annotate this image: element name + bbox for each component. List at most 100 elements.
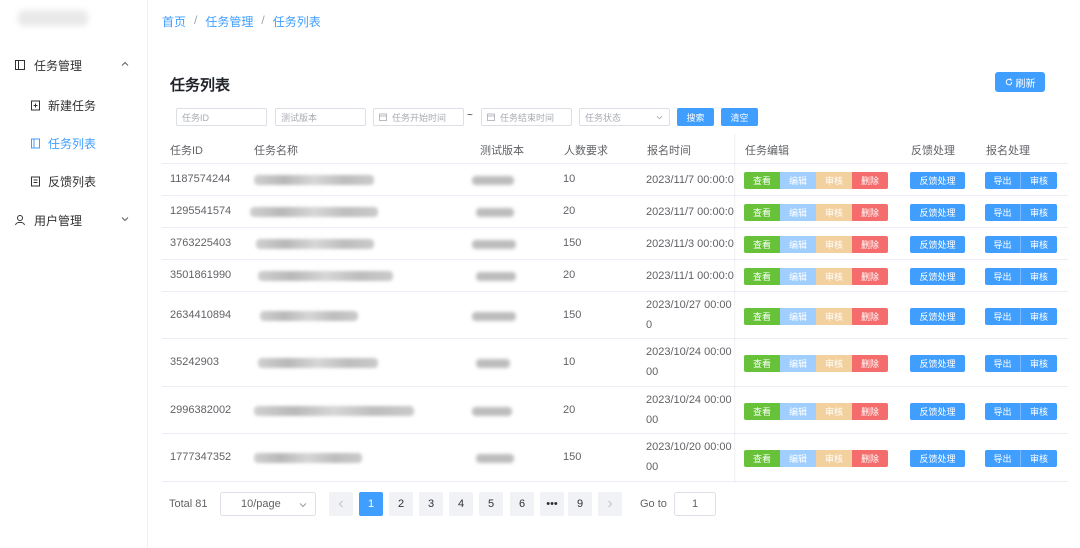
page-number-button[interactable]: 1	[359, 492, 383, 516]
sidebar-item-feedback-list[interactable]: 反馈列表	[0, 170, 148, 192]
table-row: 2996382002 20 2023/10/24 00:00 00 查看 编辑 审核 删除 反馈…	[162, 387, 1068, 434]
sidebar-item-task-list[interactable]: 任务列表	[0, 132, 148, 154]
version-redacted	[472, 240, 516, 249]
page-number-button[interactable]: 6	[510, 492, 534, 516]
feedback-process-button[interactable]: 反馈处理	[910, 204, 965, 221]
view-button[interactable]: 查看	[744, 204, 780, 221]
prev-page-button[interactable]	[329, 492, 353, 516]
approve-button[interactable]: 审核	[1021, 204, 1057, 221]
range-separator: ~	[467, 110, 473, 121]
audit-button[interactable]: 审核	[816, 172, 852, 189]
clear-button[interactable]: 清空	[721, 108, 758, 126]
view-button[interactable]: 查看	[744, 450, 780, 467]
export-button[interactable]: 导出	[985, 450, 1021, 467]
feedback-process-button[interactable]: 反馈处理	[910, 268, 965, 285]
version-input[interactable]: 测试版本	[275, 108, 366, 126]
signup-time-line-1: 2023/11/1 00:00:0	[646, 270, 734, 282]
approve-button[interactable]: 审核	[1021, 402, 1057, 420]
view-button[interactable]: 查看	[744, 307, 780, 325]
audit-button[interactable]: 审核	[816, 450, 852, 467]
export-button[interactable]: 导出	[985, 172, 1021, 189]
sidebar-item-new-task[interactable]: 新建任务	[0, 94, 148, 116]
feedback-process-button[interactable]: 反馈处理	[910, 402, 965, 420]
page-ellipsis-button[interactable]: •••	[540, 492, 564, 516]
start-time-input[interactable]: 任务开始时间	[373, 108, 464, 126]
signup-time-cell: 2023/11/7 00:00:0	[646, 170, 736, 190]
task-id-input[interactable]: 任务ID	[176, 108, 267, 126]
feedback-process-button[interactable]: 反馈处理	[910, 355, 965, 372]
page-number-button[interactable]: 4	[449, 492, 473, 516]
view-button[interactable]: 查看	[744, 402, 780, 420]
edit-button[interactable]: 编辑	[780, 355, 816, 372]
version-redacted	[472, 406, 512, 416]
goto-input[interactable]: 1	[674, 492, 716, 516]
feedback-process-button[interactable]: 反馈处理	[910, 450, 965, 467]
next-page-button[interactable]	[598, 492, 622, 516]
audit-button[interactable]: 审核	[816, 402, 852, 420]
end-time-input[interactable]: 任务结束时间	[481, 108, 572, 126]
count-cell: 10	[563, 356, 576, 368]
export-button[interactable]: 导出	[985, 307, 1021, 325]
audit-button[interactable]: 审核	[816, 355, 852, 372]
delete-button[interactable]: 删除	[852, 355, 888, 372]
delete-button[interactable]: 删除	[852, 450, 888, 467]
page-number-button[interactable]: 2	[389, 492, 413, 516]
audit-button[interactable]: 审核	[816, 307, 852, 325]
signup-time-line-2: 00	[646, 366, 659, 378]
export-button[interactable]: 导出	[985, 236, 1021, 253]
signup-time-line-1: 2023/11/7 00:00:0	[646, 174, 734, 186]
approve-button[interactable]: 审核	[1021, 307, 1057, 325]
view-button[interactable]: 查看	[744, 172, 780, 189]
audit-button[interactable]: 审核	[816, 236, 852, 253]
export-button[interactable]: 导出	[985, 268, 1021, 285]
page-number-button[interactable]: 3	[419, 492, 443, 516]
menu-group-task-management[interactable]: 任务管理	[0, 53, 148, 77]
task-id-cell: 1295541574	[170, 205, 232, 217]
count-cell: 150	[563, 451, 582, 463]
view-button[interactable]: 查看	[744, 355, 780, 372]
menu-group-user-management[interactable]: 用户管理	[0, 208, 148, 232]
refresh-button[interactable]: 刷新	[995, 72, 1045, 92]
delete-button[interactable]: 删除	[852, 402, 888, 420]
edit-button[interactable]: 编辑	[780, 172, 816, 189]
approve-button[interactable]: 审核	[1021, 172, 1057, 189]
export-button[interactable]: 导出	[985, 402, 1021, 420]
audit-button[interactable]: 审核	[816, 268, 852, 285]
approve-button[interactable]: 审核	[1021, 268, 1057, 285]
view-button[interactable]: 查看	[744, 236, 780, 253]
edit-button[interactable]: 编辑	[780, 450, 816, 467]
page-number-button[interactable]: 9	[568, 492, 592, 516]
approve-button[interactable]: 审核	[1021, 450, 1057, 467]
approve-button[interactable]: 审核	[1021, 355, 1057, 372]
delete-button[interactable]: 删除	[852, 307, 888, 325]
delete-button[interactable]: 删除	[852, 172, 888, 189]
edit-button[interactable]: 编辑	[780, 268, 816, 285]
export-button[interactable]: 导出	[985, 355, 1021, 372]
delete-button[interactable]: 删除	[852, 204, 888, 221]
page-number-button[interactable]: 5	[479, 492, 503, 516]
delete-button[interactable]: 删除	[852, 268, 888, 285]
page-size-select[interactable]: 10/page	[220, 492, 316, 516]
edit-button[interactable]: 编辑	[780, 236, 816, 253]
signup-time-line-2: 00	[646, 414, 659, 426]
breadcrumb-task-list[interactable]: 任务列表	[273, 13, 321, 30]
breadcrumb-task-management[interactable]: 任务管理	[205, 13, 253, 30]
search-button[interactable]: 搜索	[677, 108, 714, 126]
feedback-actions: 反馈处理	[910, 172, 965, 189]
edit-button[interactable]: 编辑	[780, 307, 816, 325]
book-icon	[15, 60, 25, 70]
feedback-process-button[interactable]: 反馈处理	[910, 236, 965, 253]
edit-button[interactable]: 编辑	[780, 204, 816, 221]
approve-button[interactable]: 审核	[1021, 236, 1057, 253]
export-button[interactable]: 导出	[985, 204, 1021, 221]
task-id-cell: 1187574244	[170, 173, 231, 185]
feedback-process-button[interactable]: 反馈处理	[910, 307, 965, 325]
refresh-icon	[1005, 78, 1012, 86]
edit-button[interactable]: 编辑	[780, 402, 816, 420]
audit-button[interactable]: 审核	[816, 204, 852, 221]
breadcrumb-home[interactable]: 首页	[162, 13, 186, 30]
status-select[interactable]: 任务状态	[579, 108, 670, 126]
delete-button[interactable]: 删除	[852, 236, 888, 253]
feedback-process-button[interactable]: 反馈处理	[910, 172, 965, 189]
view-button[interactable]: 查看	[744, 268, 780, 285]
